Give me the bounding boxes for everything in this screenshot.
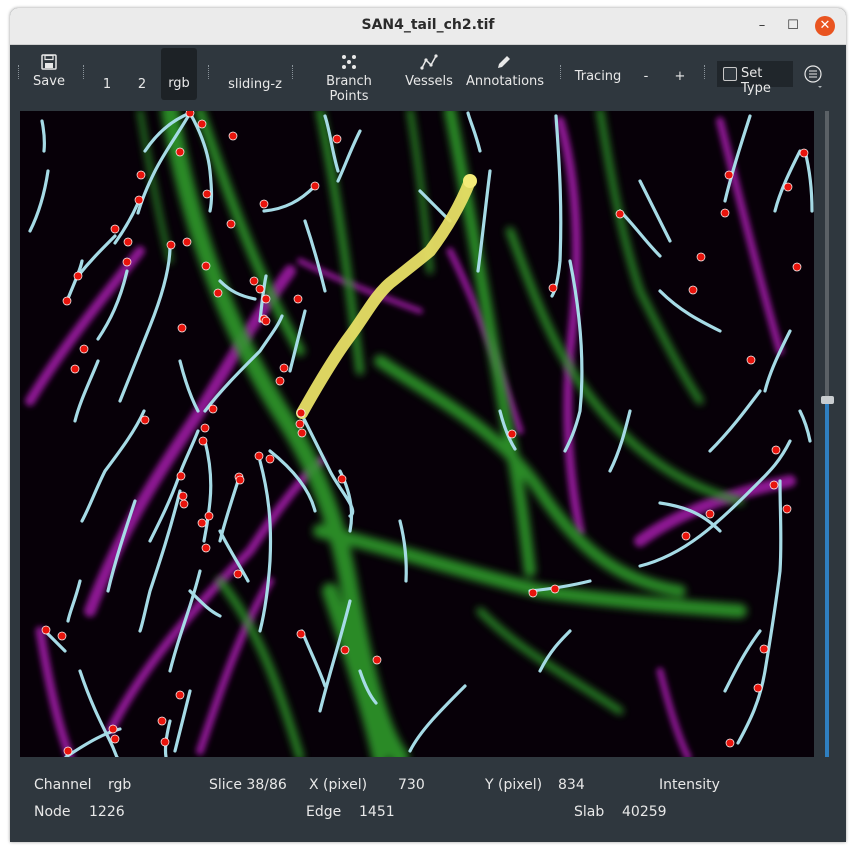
annotations-label: Annotations <box>466 74 545 89</box>
selected-trace-endpoint[interactable] <box>463 174 477 188</box>
toolbar-separator <box>208 65 211 79</box>
channel-label: Channel <box>34 777 92 793</box>
y-pixel-label: Y (pixel) <box>485 777 543 793</box>
save-button[interactable]: Save <box>30 53 68 89</box>
channel-2-button[interactable]: 2 <box>133 77 151 92</box>
branch-points-icon <box>342 55 356 69</box>
toolbar-separator <box>18 65 21 79</box>
toolbar-separator <box>704 65 707 79</box>
vessels-label: Vessels <box>405 74 453 89</box>
menu-icon <box>804 65 822 88</box>
set-type-checkbox-box[interactable] <box>723 67 737 81</box>
tracing-button[interactable]: Tracing <box>572 69 624 84</box>
slab-label: Slab <box>574 804 605 820</box>
tracing-plus-button[interactable]: + <box>672 69 688 84</box>
slice-label: Slice 38/86 <box>209 777 287 793</box>
sliding-z-button[interactable]: sliding-z <box>220 77 290 92</box>
channel-rgb-button[interactable]: rgb <box>161 48 197 100</box>
toolbar: Save 1 2 rgb sliding-z Branch Points Ves… <box>10 45 846 104</box>
branch-points-button[interactable]: Branch Points <box>306 53 392 104</box>
branch-points-label: Branch Points <box>326 74 372 104</box>
intensity-label: Intensity <box>659 777 720 793</box>
tracing-minus-button[interactable]: - <box>638 69 654 84</box>
slice-slider-fill <box>825 401 829 757</box>
save-icon <box>41 54 57 70</box>
menu-button[interactable] <box>802 64 824 94</box>
node-value: 1226 <box>89 804 125 820</box>
close-button[interactable]: ✕ <box>815 16 835 36</box>
title-bar: SAN4_tail_ch2.tif – ☐ ✕ <box>10 8 846 45</box>
set-type-label: Set Type <box>741 66 771 96</box>
microscopy-image[interactable] <box>20 111 814 757</box>
channel-value: rgb <box>108 777 132 793</box>
window-title: SAN4_tail_ch2.tif <box>361 17 495 33</box>
slab-value: 40259 <box>622 804 667 820</box>
x-pixel-value: 730 <box>398 777 425 793</box>
node-label: Node <box>34 804 71 820</box>
pencil-icon <box>498 56 510 68</box>
save-label: Save <box>33 74 65 89</box>
set-type-checkbox[interactable]: Set Type <box>717 61 793 96</box>
maximize-button[interactable]: ☐ <box>783 16 803 36</box>
minimize-button[interactable]: – <box>752 16 772 36</box>
annotations-button[interactable]: Annotations <box>466 53 545 89</box>
vessels-icon <box>420 54 438 70</box>
toolbar-separator <box>292 65 295 79</box>
app-window: SAN4_tail_ch2.tif – ☐ ✕ Save 1 2 rgb sli… <box>10 8 846 842</box>
y-pixel-value: 834 <box>558 777 585 793</box>
x-pixel-label: X (pixel) <box>309 777 368 793</box>
channel-1-button[interactable]: 1 <box>98 77 116 92</box>
slice-slider-handle[interactable] <box>821 396 834 404</box>
edge-label: Edge <box>306 804 342 820</box>
image-viewer[interactable] <box>20 111 814 757</box>
toolbar-separator <box>560 65 563 79</box>
vessels-button[interactable]: Vessels <box>404 53 454 89</box>
edge-value: 1451 <box>359 804 395 820</box>
toolbar-separator <box>83 65 86 79</box>
